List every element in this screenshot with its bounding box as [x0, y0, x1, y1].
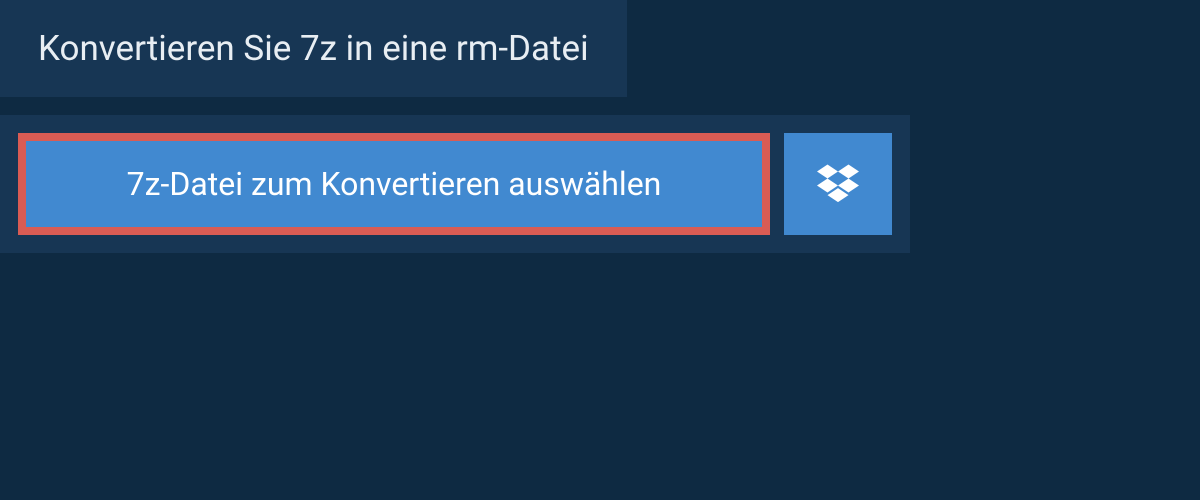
action-panel: 7z-Datei zum Konvertieren auswählen — [0, 115, 910, 253]
header-bar: Konvertieren Sie 7z in eine rm-Datei — [0, 0, 627, 97]
select-file-button[interactable]: 7z-Datei zum Konvertieren auswählen — [18, 133, 770, 235]
page-title: Konvertieren Sie 7z in eine rm-Datei — [38, 28, 589, 69]
dropbox-button[interactable] — [784, 133, 892, 235]
dropbox-icon — [817, 161, 859, 207]
